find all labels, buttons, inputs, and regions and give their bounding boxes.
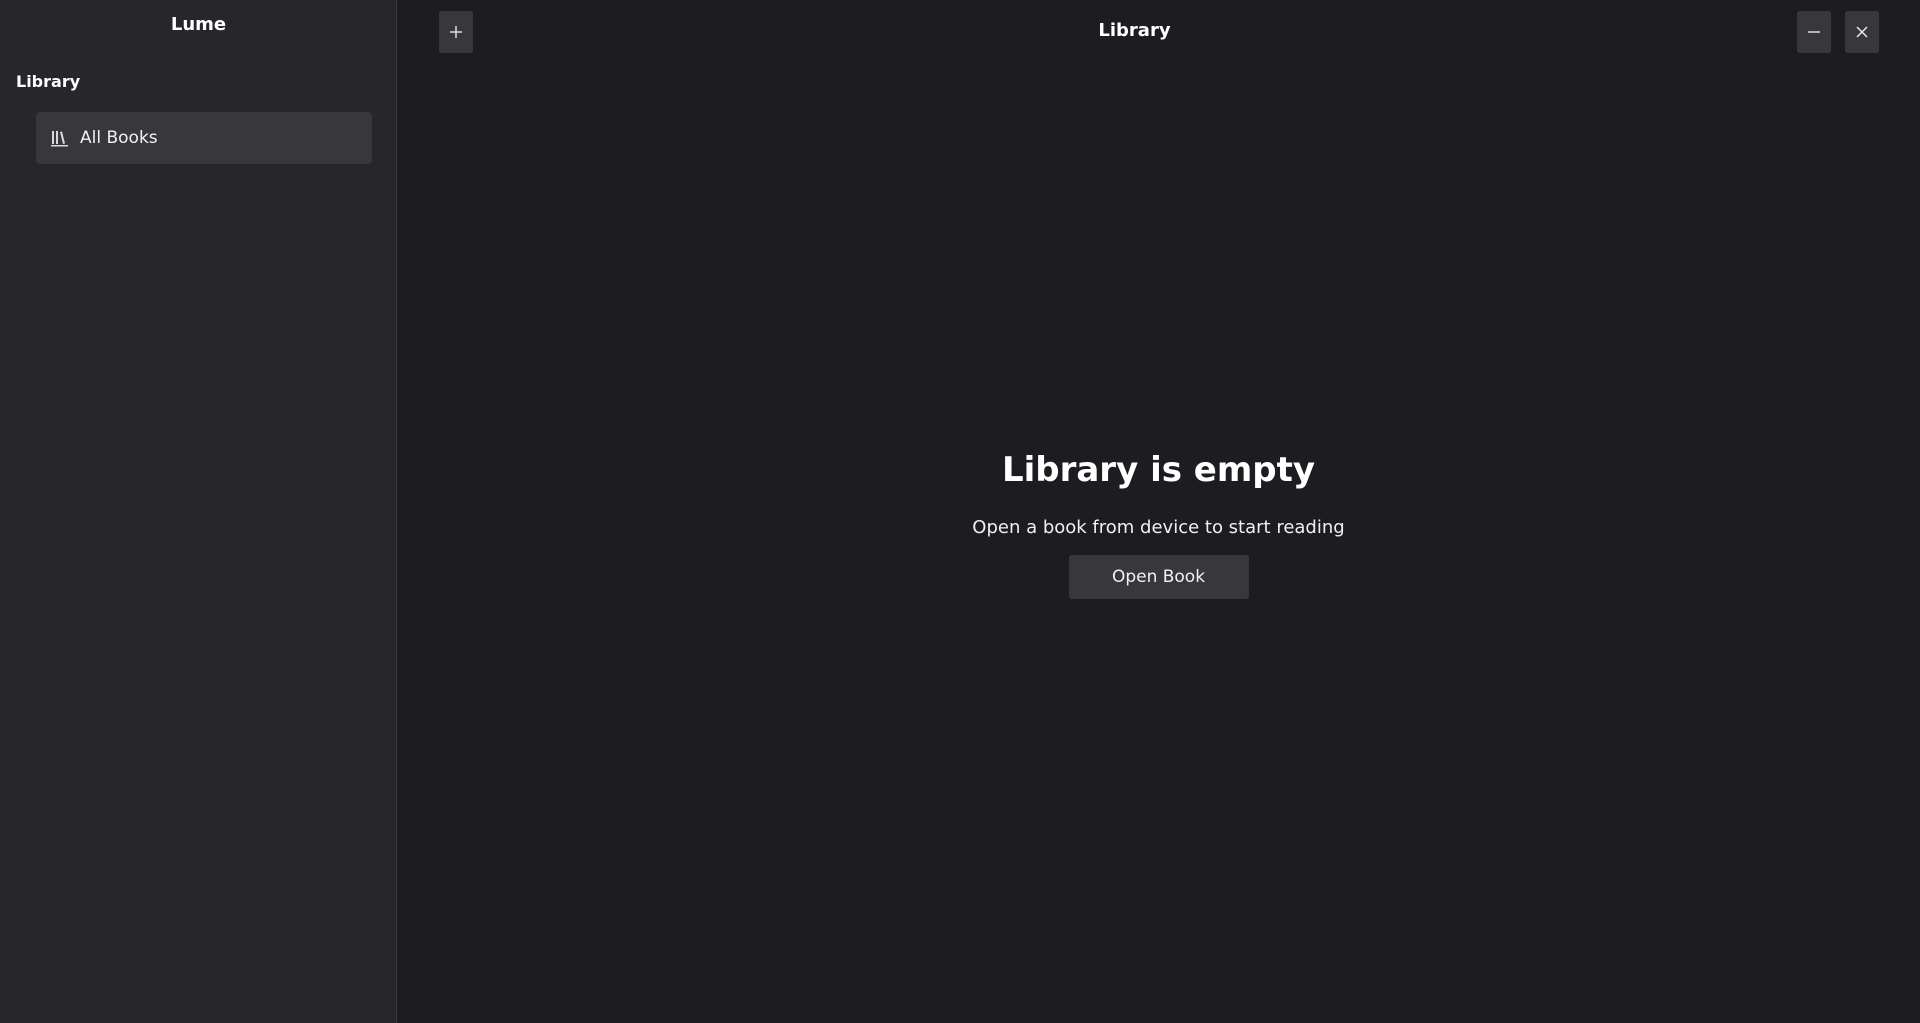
- page-title: Library: [1098, 20, 1171, 41]
- sidebar-section-library: Library: [16, 72, 81, 91]
- sidebar: Lume Library All Books: [0, 0, 397, 1023]
- close-icon: [1856, 23, 1868, 42]
- main-content: Library Library is empty Open a book fro…: [397, 0, 1920, 1023]
- empty-state-subtitle: Open a book from device to start reading: [972, 517, 1345, 538]
- minimize-button[interactable]: [1797, 11, 1831, 53]
- minimize-icon: [1808, 23, 1820, 42]
- app-window: Lume Library All Books Library Library i…: [0, 0, 1920, 1023]
- library-books-icon: [50, 128, 70, 148]
- app-title: Lume: [170, 14, 227, 35]
- sidebar-item-all-books[interactable]: All Books: [36, 112, 372, 164]
- close-button[interactable]: [1845, 11, 1879, 53]
- empty-state-title: Library is empty: [1001, 450, 1316, 490]
- sidebar-item-label: All Books: [80, 128, 158, 148]
- empty-state: Library is empty Open a book from device…: [397, 445, 1920, 599]
- open-book-button[interactable]: Open Book: [1068, 555, 1249, 599]
